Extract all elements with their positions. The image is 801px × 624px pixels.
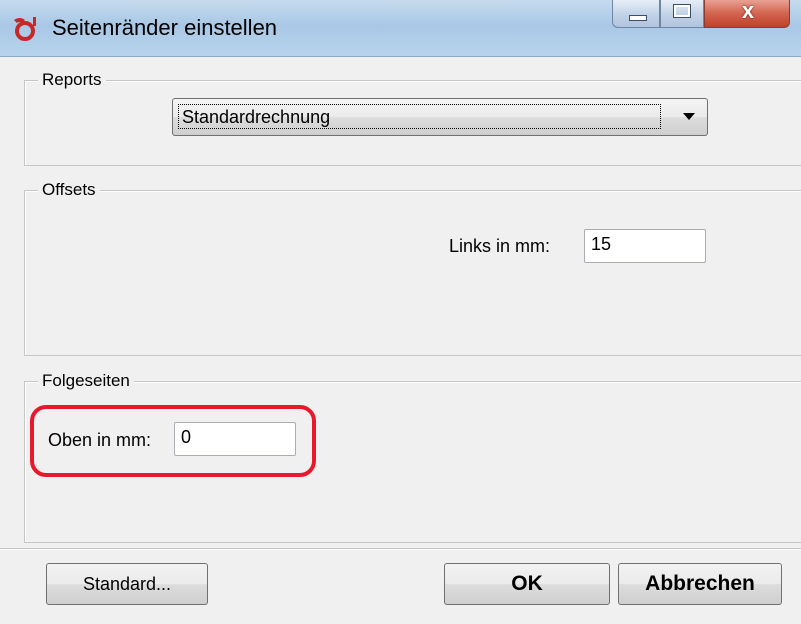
dialog-window: Seitenränder einstellen x Reports Standa… xyxy=(0,0,801,624)
minimize-button[interactable] xyxy=(612,0,660,28)
links-label: Links in mm: xyxy=(449,236,551,256)
ok-button[interactable]: OK xyxy=(444,563,610,605)
highlight-annotation xyxy=(30,405,316,477)
maximize-icon xyxy=(673,4,691,18)
reports-group-label: Reports xyxy=(38,70,106,90)
minimize-icon xyxy=(629,15,647,21)
links-input[interactable]: 15 xyxy=(584,229,706,263)
cancel-button[interactable]: Abbrechen xyxy=(618,563,782,605)
maximize-button[interactable] xyxy=(660,0,704,28)
title-bar[interactable]: Seitenränder einstellen x xyxy=(0,0,801,57)
button-separator xyxy=(0,548,801,550)
chevron-down-icon xyxy=(683,113,695,120)
offsets-group xyxy=(24,190,801,356)
report-select[interactable]: Standardrechnung xyxy=(172,98,708,136)
offsets-group-label: Offsets xyxy=(38,180,100,200)
app-logo-icon xyxy=(14,17,36,41)
window-title: Seitenränder einstellen xyxy=(52,15,278,40)
report-select-value: Standardrechnung xyxy=(178,104,661,129)
close-icon: x xyxy=(741,0,755,23)
standard-button[interactable]: Standard... xyxy=(46,563,208,605)
folgeseiten-group-label: Folgeseiten xyxy=(38,371,134,391)
close-button[interactable]: x xyxy=(704,0,790,28)
